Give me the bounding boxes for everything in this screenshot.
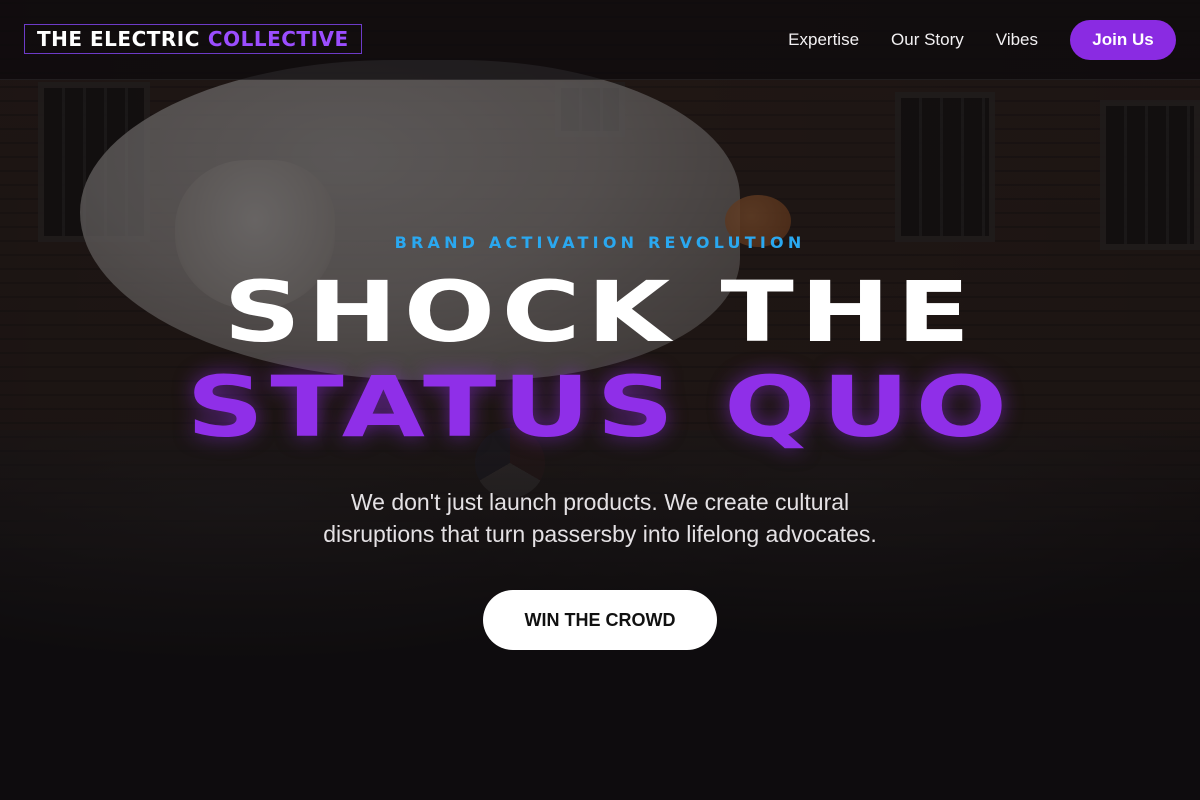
- hero-headline-line1: SHOCK THE: [223, 263, 977, 361]
- hero-subtext-line2: disruptions that turn passersby into lif…: [323, 521, 877, 547]
- hero-subtext-line1: We don't just launch products. We create…: [350, 489, 850, 515]
- hero-headline-line2: STATUS QUO: [186, 358, 1014, 456]
- hero-eyebrow: BRAND ACTIVATION REVOLUTION: [394, 233, 806, 252]
- hero-subtext: We don't just launch products. We create…: [250, 486, 950, 550]
- win-the-crowd-button[interactable]: WIN THE CROWD: [483, 590, 717, 650]
- hero-section: BRAND ACTIVATION REVOLUTION SHOCK THE ST…: [0, 0, 1200, 800]
